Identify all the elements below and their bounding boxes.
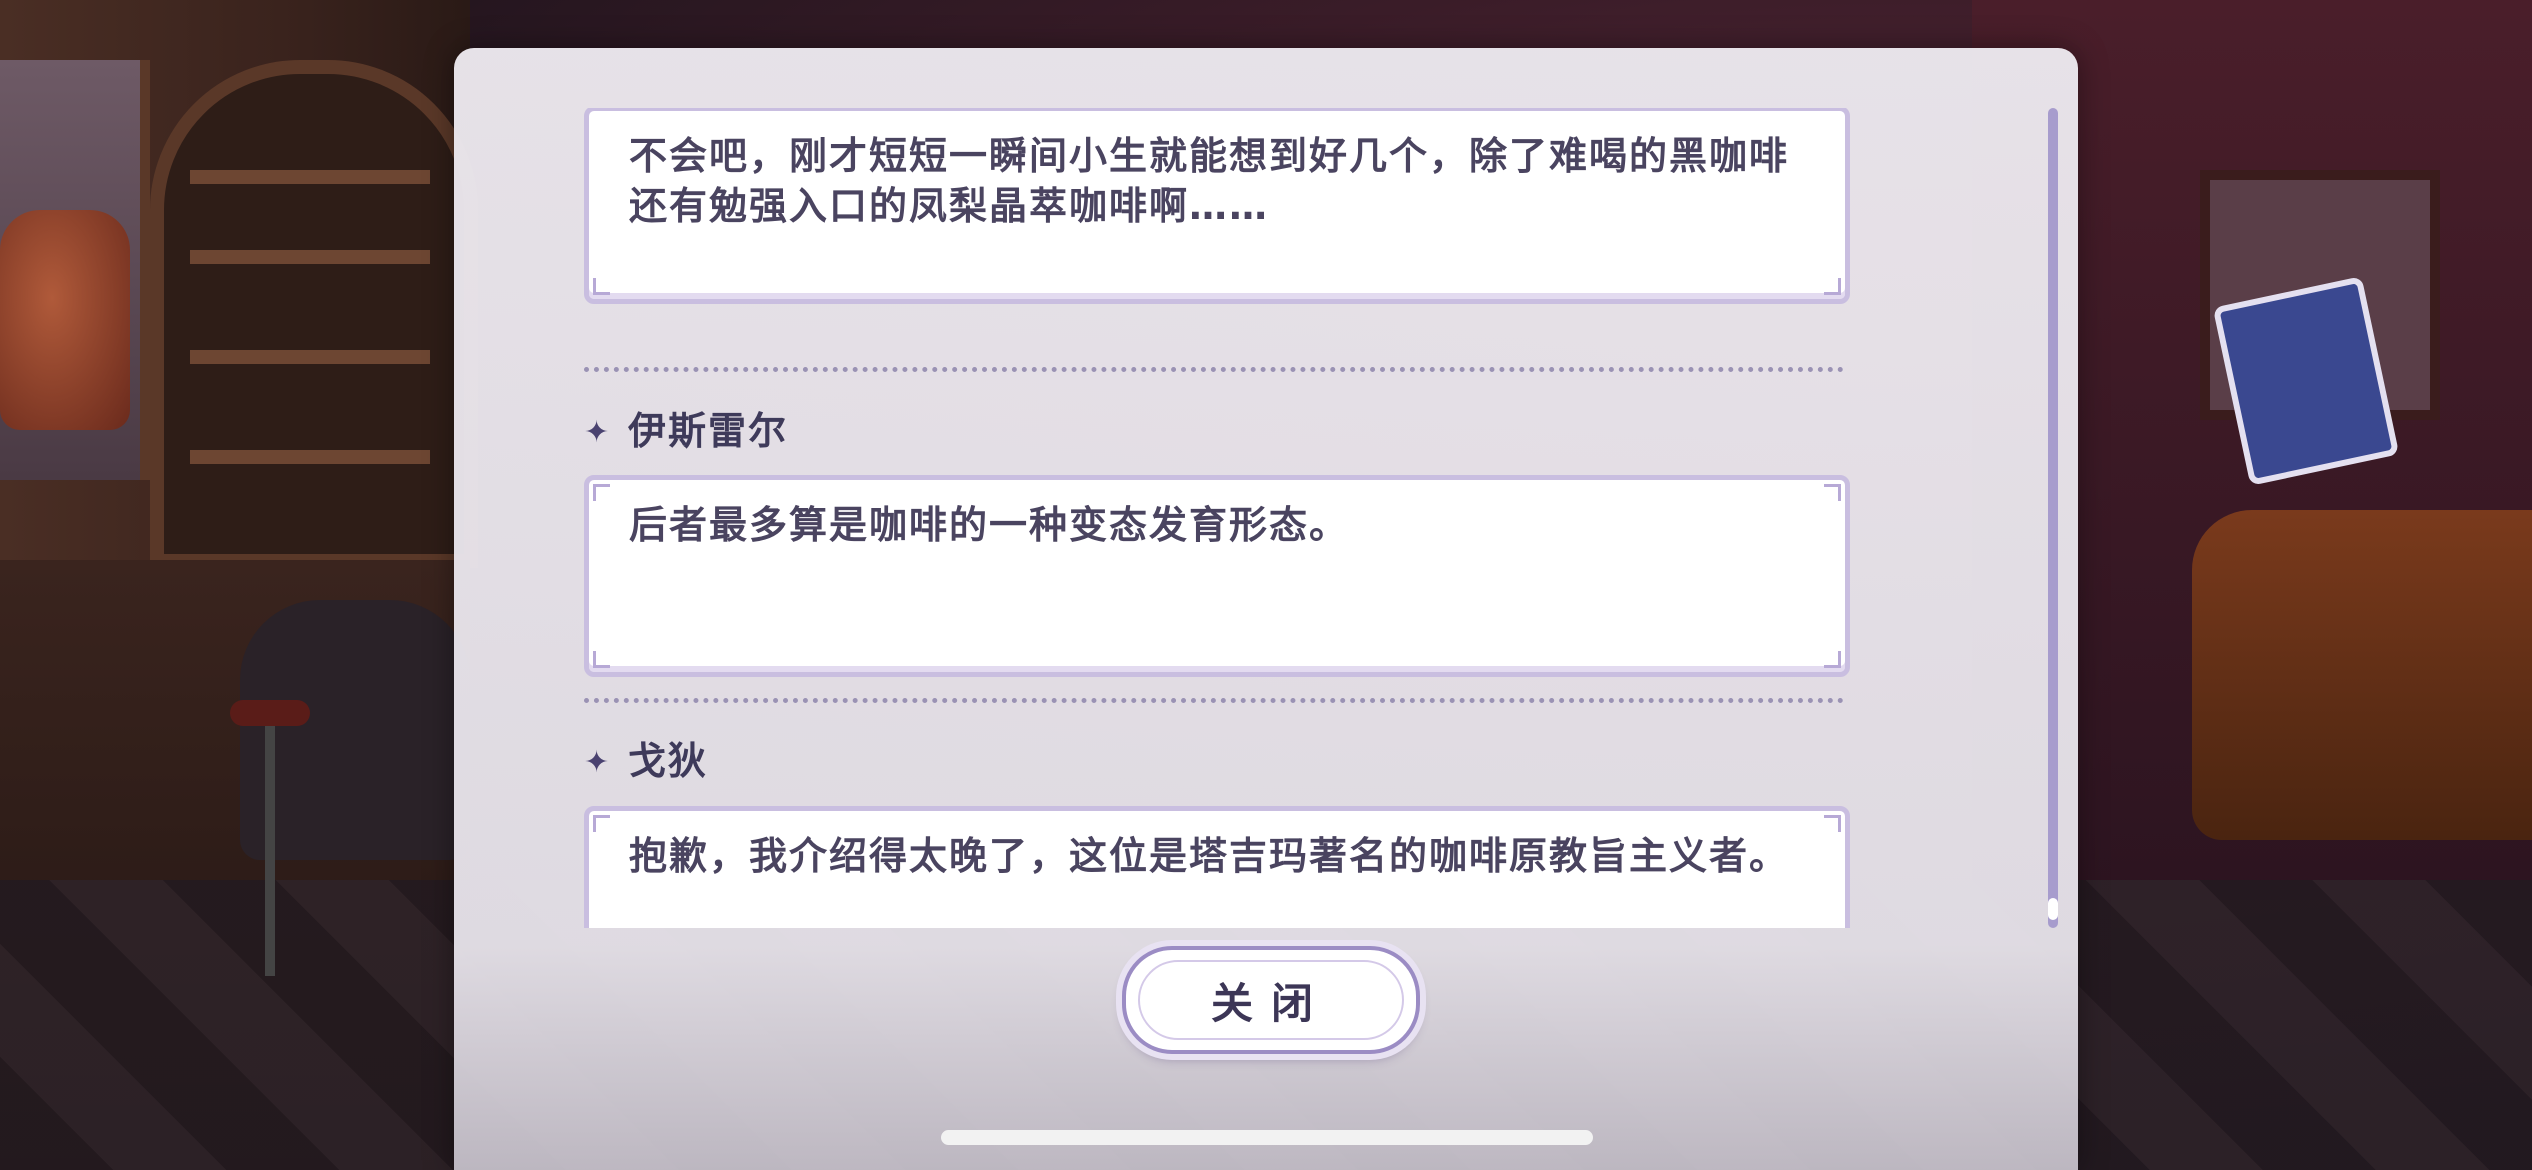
close-button-label: 关闭 xyxy=(1210,978,1331,1028)
dialog-text: 抱歉，我介绍得太晚了，这位是塔吉玛著名的咖啡原教旨主义者。 xyxy=(629,834,1790,878)
shelf-board xyxy=(190,450,430,464)
speaker-name: 戈狄 xyxy=(628,738,709,783)
dialog-text: 不会吧，刚才短短一瞬间小生就能想到好几个，除了难喝的黑咖啡还有勉强入口的凤梨晶萃… xyxy=(629,134,1790,228)
speaker-row: ✦ 伊斯雷尔 xyxy=(584,402,789,453)
dispenser-jar xyxy=(0,210,130,430)
dialog-log-list[interactable]: 不会吧，刚才短短一瞬间小生就能想到好几个，除了难喝的黑咖啡还有勉强入口的凤梨晶萃… xyxy=(584,108,1864,928)
bubble-corner xyxy=(593,815,610,832)
bubble-corner xyxy=(593,278,610,295)
dotted-separator xyxy=(584,698,1844,703)
shelf-board xyxy=(190,170,430,184)
dialog-log-panel: 不会吧，刚才短短一瞬间小生就能想到好几个，除了难喝的黑咖啡还有勉强入口的凤梨晶萃… xyxy=(454,48,2078,1170)
star-icon: ✦ xyxy=(584,415,610,450)
shelf-board xyxy=(190,250,430,264)
scrollbar-track[interactable] xyxy=(2048,108,2058,928)
close-button[interactable]: 关闭 xyxy=(1122,946,1420,1054)
star-icon: ✦ xyxy=(584,745,610,780)
bubble-corner xyxy=(593,484,610,501)
bubble-corner xyxy=(593,651,610,668)
home-indicator-bar[interactable] xyxy=(941,1130,1593,1145)
bubble-corner xyxy=(1824,484,1841,501)
dotted-separator xyxy=(584,367,1844,372)
dialog-bubble: 后者最多算是咖啡的一种变态发育形态。 xyxy=(584,475,1850,677)
speaker-row: ✦ 戈狄 xyxy=(584,732,709,783)
speaker-name: 伊斯雷尔 xyxy=(628,408,789,453)
scrollbar-thumb[interactable] xyxy=(2048,898,2058,920)
bubble-corner xyxy=(1824,278,1841,295)
bubble-corner xyxy=(1824,651,1841,668)
shelf-arch xyxy=(150,60,478,568)
bubble-corner xyxy=(1824,815,1841,832)
dialog-text: 后者最多算是咖啡的一种变态发育形态。 xyxy=(629,503,1350,547)
bar-stool xyxy=(230,700,310,1000)
shelf-board xyxy=(190,350,430,364)
dialog-bubble: 抱歉，我介绍得太晚了，这位是塔吉玛著名的咖啡原教旨主义者。 xyxy=(584,806,1850,928)
sofa xyxy=(2192,510,2532,840)
dialog-bubble: 不会吧，刚才短短一瞬间小生就能想到好几个，除了难喝的黑咖啡还有勉强入口的凤梨晶萃… xyxy=(584,108,1850,304)
